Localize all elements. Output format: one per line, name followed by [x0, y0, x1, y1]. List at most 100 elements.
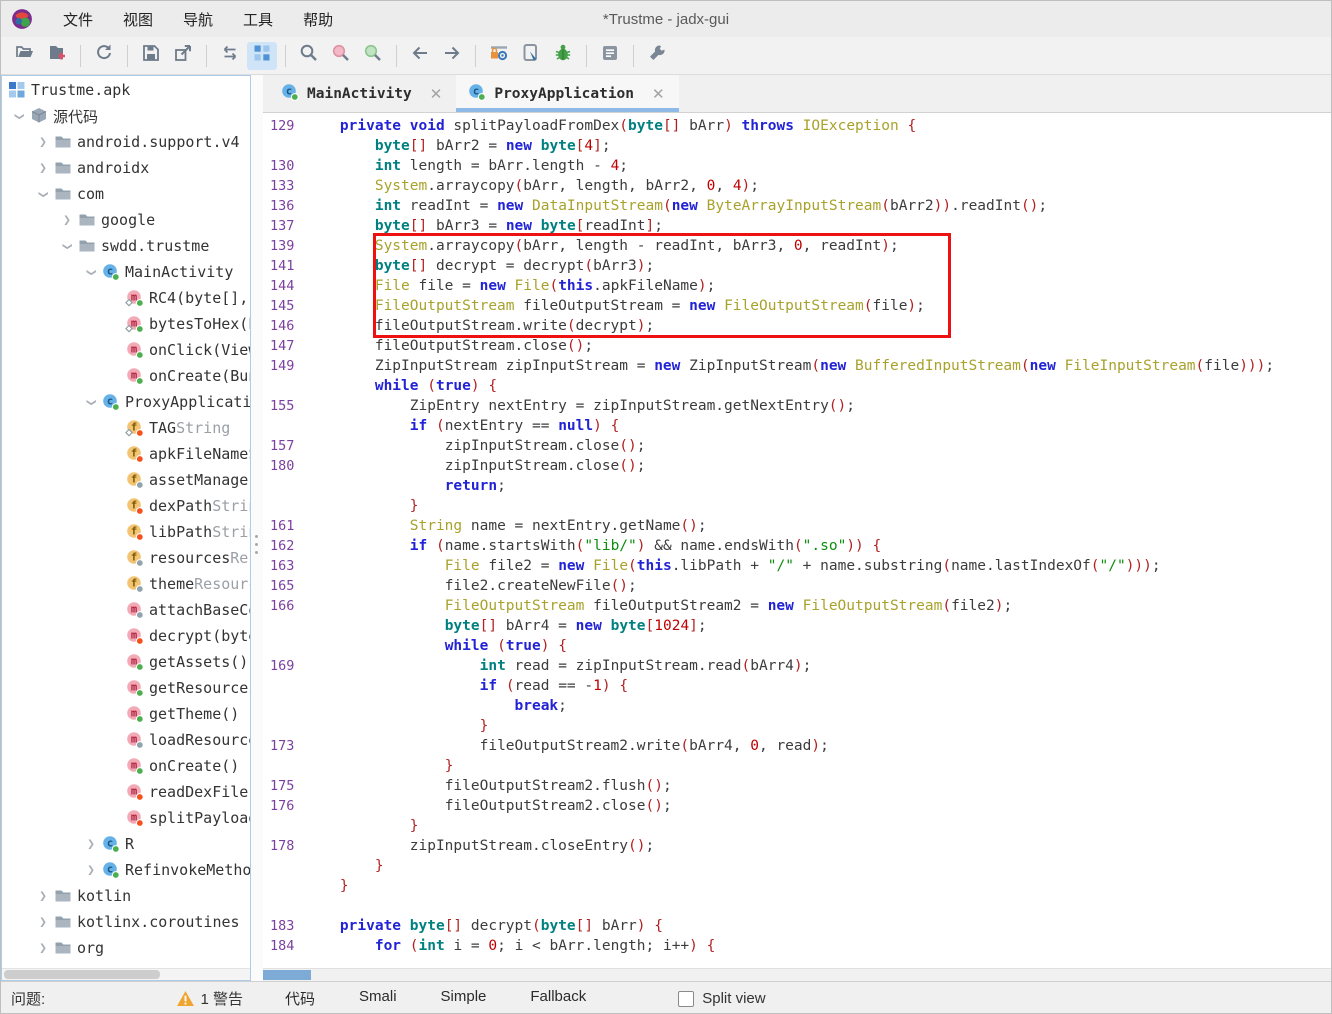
menu-item-tools[interactable]: 工具	[231, 5, 285, 34]
tree-item-theme[interactable]: ftheme Resources.Theme	[2, 571, 250, 597]
tree-item-rc4-byte-string[interactable]: mRC4(byte[], String)	[2, 285, 250, 311]
tree-expand-icon[interactable]: ❯	[80, 863, 102, 878]
tree-expand-icon[interactable]: ❯	[32, 889, 54, 904]
view-mode-fallback[interactable]: Fallback	[516, 984, 600, 1013]
line-number	[263, 756, 305, 776]
line-number: 180	[263, 456, 305, 476]
tree-item-tag[interactable]: fTAG String	[2, 415, 250, 441]
line-number: 141	[263, 256, 305, 276]
tree-item-swdd-trustme[interactable]: ❯swdd.trustme	[2, 233, 250, 259]
tree-expand-icon[interactable]: ❯	[32, 915, 54, 930]
open-file-button[interactable]	[10, 42, 40, 70]
tree-expand-icon[interactable]: ❯	[32, 161, 54, 176]
tree-item-getresources[interactable]: mgetResources()	[2, 675, 250, 701]
problems-label: 问题:	[11, 988, 45, 1009]
view-mode-代码[interactable]: 代码	[271, 984, 329, 1013]
line-number	[263, 636, 305, 656]
tree-expand-icon[interactable]: ❯	[32, 941, 54, 956]
tree-item-splitpayloadfromdex-byte[interactable]: msplitPayloadFromDex(byte[])	[2, 805, 250, 831]
tree-item-getassets[interactable]: mgetAssets()	[2, 649, 250, 675]
flatten-packages-toggle[interactable]	[215, 42, 245, 70]
quark-button[interactable]	[516, 42, 546, 70]
project-tree[interactable]: Trustme.apk❯源代码❯android.support.v4❯andro…	[2, 76, 250, 968]
split-view-checkbox[interactable]	[678, 991, 694, 1007]
tree-item-org[interactable]: ❯org	[2, 935, 250, 961]
export-button[interactable]	[168, 42, 198, 70]
panel-splitter[interactable]	[251, 75, 263, 981]
tree-item-kotlinx-coroutines[interactable]: ❯kotlinx.coroutines	[2, 909, 250, 935]
reload-button[interactable]	[89, 42, 119, 70]
tree-item-onclick-view[interactable]: monClick(View)	[2, 337, 250, 363]
line-number	[263, 496, 305, 516]
tree-item-refinvokemethod[interactable]: ❯cRefinvokeMethod	[2, 857, 250, 883]
tree-item-kotlin[interactable]: ❯kotlin	[2, 883, 250, 909]
tree-scrollbar-thumb[interactable]	[4, 970, 160, 979]
save-all-button[interactable]	[136, 42, 166, 70]
menu-item-help[interactable]: 帮助	[291, 5, 345, 34]
add-files-button[interactable]	[42, 42, 72, 70]
code-editor[interactable]: 129 private void splitPayloadFromDex(byt…	[263, 113, 1331, 968]
tab-proxyapplication[interactable]: cProxyApplication✕	[456, 75, 678, 112]
text-search-button[interactable]	[326, 42, 356, 70]
back-button[interactable]	[405, 42, 435, 70]
menu-item-view[interactable]: 视图	[111, 5, 165, 34]
tree-expand-icon[interactable]: ❯	[32, 135, 54, 150]
tab-mainactivity[interactable]: cMainActivity✕	[269, 75, 456, 112]
tree-expand-icon[interactable]: ❯	[36, 183, 51, 205]
tree-item-源代码[interactable]: ❯源代码	[2, 103, 250, 129]
code-scrollbar-thumb[interactable]	[263, 970, 311, 980]
tree-item-assetmanager[interactable]: fassetManager AssetManager	[2, 467, 250, 493]
tree-item-readdexfilefromapk[interactable]: mreadDexFileFromApk()	[2, 779, 250, 805]
tree-item-google[interactable]: ❯google	[2, 207, 250, 233]
tree-expand-icon[interactable]: ❯	[60, 235, 75, 257]
tree-item-apkfilename[interactable]: fapkFileName String	[2, 441, 250, 467]
tree-item-proxyapplication[interactable]: ❯cProxyApplication	[2, 389, 250, 415]
code-line-178: 178 zipInputStream.closeEntry();	[263, 836, 1331, 856]
menu-item-file[interactable]: 文件	[51, 5, 105, 34]
tree-expand-icon[interactable]: ❯	[84, 261, 99, 283]
tree-expand-icon[interactable]: ❯	[12, 105, 27, 127]
split-view-control[interactable]: Split view	[678, 990, 765, 1007]
forward-button[interactable]	[437, 42, 467, 70]
tree-item-oncreate-bundle[interactable]: monCreate(Bundle)	[2, 363, 250, 389]
debug-button[interactable]	[548, 42, 578, 70]
tree-item-com[interactable]: ❯com	[2, 181, 250, 207]
code-line-146: 146 fileOutputStream.write(decrypt);	[263, 316, 1331, 336]
preferences-button[interactable]	[642, 42, 672, 70]
method-icon: m	[126, 809, 144, 827]
tree-item-android-support-v4[interactable]: ❯android.support.v4	[2, 129, 250, 155]
toolbar-separator	[586, 45, 587, 67]
warning-indicator[interactable]: 1 警告	[177, 988, 243, 1009]
show-packages-toggle[interactable]	[247, 42, 277, 70]
code-line-155: 155 ZipEntry nextEntry = zipInputStream.…	[263, 396, 1331, 416]
code-horizontal-scrollbar[interactable]	[263, 968, 1331, 981]
tree-item-androidx[interactable]: ❯androidx	[2, 155, 250, 181]
tab-close-icon[interactable]: ✕	[430, 85, 443, 103]
deobfuscation-toggle[interactable]	[484, 42, 514, 70]
class-search-button[interactable]	[358, 42, 388, 70]
tree-item-resources[interactable]: fresources Resources	[2, 545, 250, 571]
tree-item-trustme-apk[interactable]: Trustme.apk	[2, 77, 250, 103]
tree-item-libpath[interactable]: flibPath String	[2, 519, 250, 545]
tree-expand-icon[interactable]: ❯	[56, 213, 78, 228]
tree-horizontal-scrollbar[interactable]	[2, 968, 250, 980]
view-mode-smali[interactable]: Smali	[345, 984, 411, 1013]
log-viewer-button[interactable]	[595, 42, 625, 70]
tree-item-mainactivity[interactable]: ❯cMainActivity	[2, 259, 250, 285]
view-mode-simple[interactable]: Simple	[427, 984, 501, 1013]
tree-item-attachbasecontext-context[interactable]: mattachBaseContext(Context)	[2, 597, 250, 623]
tree-item-gettheme[interactable]: mgetTheme()	[2, 701, 250, 727]
code-line-166: 166 FileOutputStream fileOutputStream2 =…	[263, 596, 1331, 616]
tree-item-bytestohex-byte[interactable]: mbytesToHex(byte[])	[2, 311, 250, 337]
tree-item-dexpath[interactable]: fdexPath String	[2, 493, 250, 519]
tab-close-icon[interactable]: ✕	[652, 85, 665, 103]
quark-icon	[521, 43, 541, 68]
tree-item-r[interactable]: ❯cR	[2, 831, 250, 857]
tree-item-oncreate[interactable]: monCreate()	[2, 753, 250, 779]
tree-item-loadresources-string[interactable]: mloadResources(String)	[2, 727, 250, 753]
search-button[interactable]	[294, 42, 324, 70]
tree-expand-icon[interactable]: ❯	[84, 391, 99, 413]
menu-item-navigation[interactable]: 导航	[171, 5, 225, 34]
tree-item-decrypt-byte[interactable]: mdecrypt(byte[])	[2, 623, 250, 649]
tree-expand-icon[interactable]: ❯	[80, 837, 102, 852]
